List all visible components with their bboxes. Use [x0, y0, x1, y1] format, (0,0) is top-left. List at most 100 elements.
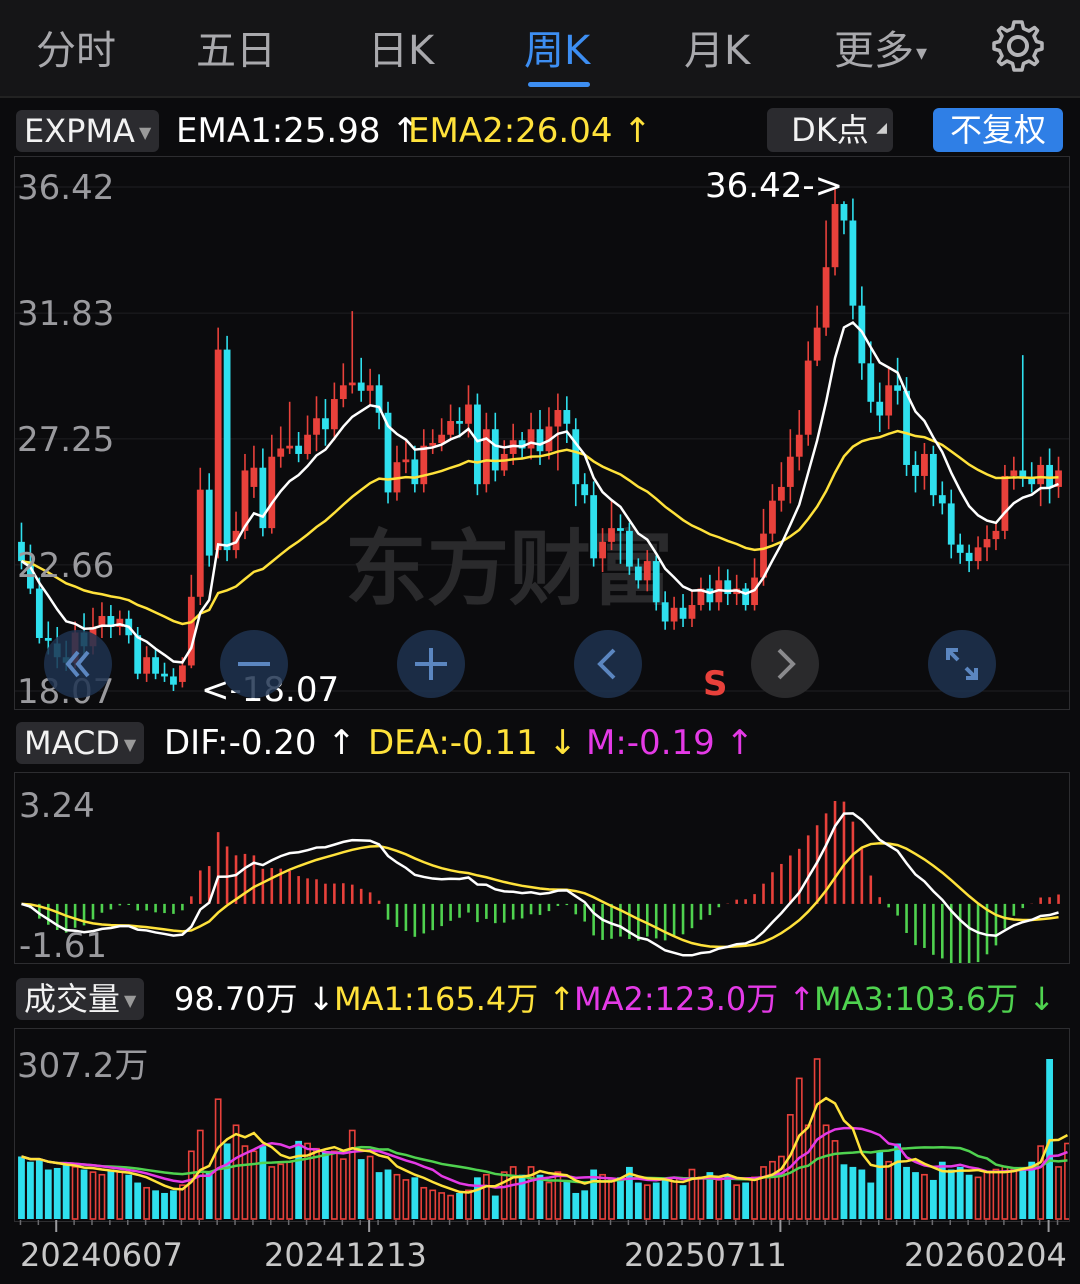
period-tab-bar: 分时 五日 日K 周K 月K 更多▾: [0, 0, 1080, 96]
candle-body: [831, 204, 839, 268]
volume-bar: [393, 1173, 401, 1220]
volume-bar: [733, 1184, 741, 1220]
candle-body: [357, 382, 365, 391]
candle-body: [161, 673, 168, 677]
volume-indicator-name: 成交量: [24, 980, 121, 1018]
volume-bar: [992, 1168, 1000, 1220]
volume-bar: [474, 1177, 481, 1219]
volume-bar: [402, 1179, 410, 1220]
prev-icon[interactable]: [574, 630, 642, 698]
volume-ma3: MA3:103.6万 ↓: [814, 980, 1056, 1018]
tab-five-day[interactable]: 五日: [196, 18, 276, 76]
volume-bar: [18, 1156, 25, 1219]
candle-body: [420, 445, 428, 485]
price-chart-panel[interactable]: 东方财富 36.4231.8327.2522.6618.07 36.42-> <…: [14, 156, 1070, 712]
candle-body: [572, 429, 580, 485]
volume-bar: [822, 1124, 830, 1220]
volume-bar: [232, 1124, 240, 1220]
tab-intraday[interactable]: 分时: [36, 18, 116, 76]
volume-bar: [482, 1173, 490, 1220]
tab-more[interactable]: 更多▾: [834, 18, 927, 76]
candle-body: [250, 467, 258, 487]
sell-marker: S: [703, 664, 728, 704]
candle-body: [885, 385, 893, 416]
volume-bar: [617, 1177, 624, 1219]
candle-body: [652, 561, 660, 603]
ema1-value: EMA1:25.98 ↑: [176, 111, 420, 151]
gear-icon[interactable]: [990, 18, 1046, 74]
zoom-out-icon[interactable]: [220, 630, 288, 698]
dk-point-button[interactable]: DK点 ◢: [767, 108, 893, 152]
volume-bar: [295, 1140, 303, 1219]
volume-bar: [223, 1143, 231, 1219]
volume-bar: [965, 1174, 973, 1219]
volume-bar: [125, 1174, 133, 1219]
volume-bar: [438, 1192, 446, 1220]
volume-bar: [795, 1077, 803, 1220]
candle-body: [912, 464, 919, 476]
candle-body: [313, 418, 320, 435]
volume-bar: [411, 1177, 419, 1219]
candle-body: [670, 607, 678, 622]
volume-bar: [670, 1176, 678, 1220]
volume-bar: [357, 1159, 365, 1219]
volume-bar: [98, 1173, 106, 1220]
volume-bar: [983, 1171, 991, 1220]
candle-body: [474, 404, 481, 485]
candle-body: [170, 676, 177, 685]
adjustment-button[interactable]: 不复权: [933, 108, 1063, 152]
volume-ma2-line: [21, 1126, 1068, 1189]
candle-body: [938, 495, 946, 504]
tab-daily-k[interactable]: 日K: [368, 18, 434, 76]
volume-bar: [366, 1155, 374, 1220]
dif-line: [21, 812, 1059, 957]
tab-weekly-k[interactable]: 周K: [524, 18, 590, 76]
volume-bar: [348, 1129, 356, 1220]
macd-indicator-selector[interactable]: MACD ▼: [16, 722, 145, 764]
volume-bar: [456, 1192, 463, 1219]
volume-bar: [322, 1151, 329, 1219]
candle-body: [196, 489, 204, 597]
volume-indicator-selector[interactable]: 成交量 ▼: [16, 978, 145, 1020]
volume-bar: [563, 1179, 571, 1219]
next-icon[interactable]: [751, 630, 819, 698]
tab-monthly-k[interactable]: 月K: [684, 18, 750, 76]
volume-bar: [187, 1150, 195, 1220]
double-left-icon[interactable]: [44, 630, 112, 698]
volume-chart-panel[interactable]: 307.2万: [14, 1028, 1071, 1222]
volume-bar: [375, 1172, 383, 1219]
candle-body: [813, 327, 821, 361]
volume-bar: [715, 1179, 723, 1220]
candle-body: [295, 445, 303, 454]
volume-bar: [313, 1147, 320, 1220]
volume-bar: [62, 1164, 70, 1219]
volume-bar: [634, 1182, 642, 1219]
main-indicator-selector[interactable]: EXPMA ▼: [16, 110, 160, 152]
candle-body: [706, 588, 714, 603]
candle-body: [178, 665, 186, 682]
zoom-in-icon[interactable]: [397, 630, 465, 698]
candle-body: [187, 596, 195, 666]
candle-body: [339, 385, 347, 400]
volume-bar: [35, 1159, 43, 1219]
volume-bar: [1001, 1166, 1009, 1220]
candle-body: [438, 434, 446, 443]
macd-chart-panel[interactable]: 3.24 -1.61: [14, 772, 1070, 968]
volume-bar: [214, 1098, 222, 1220]
volume-bar: [840, 1164, 848, 1219]
macd-indicator-row: MACD ▼ DIF:-0.20 ↑ DEA:-0.11 ↓ M:-0.19 ↑: [0, 716, 1080, 768]
volume-bar: [697, 1176, 705, 1220]
volume-bar: [536, 1174, 544, 1219]
volume-bar: [241, 1145, 249, 1220]
volume-bar: [80, 1169, 88, 1219]
volume-bar: [268, 1166, 276, 1220]
candle-body: [688, 605, 696, 619]
volume-bar: [89, 1171, 97, 1220]
volume-bar: [661, 1179, 669, 1219]
price-axis-label: 36.42: [17, 168, 114, 208]
fullscreen-icon[interactable]: [928, 630, 996, 698]
dk-point-label: DK点: [791, 111, 869, 149]
volume-bar: [769, 1160, 776, 1220]
candle-body: [304, 434, 311, 454]
volume-bar: [286, 1160, 294, 1220]
